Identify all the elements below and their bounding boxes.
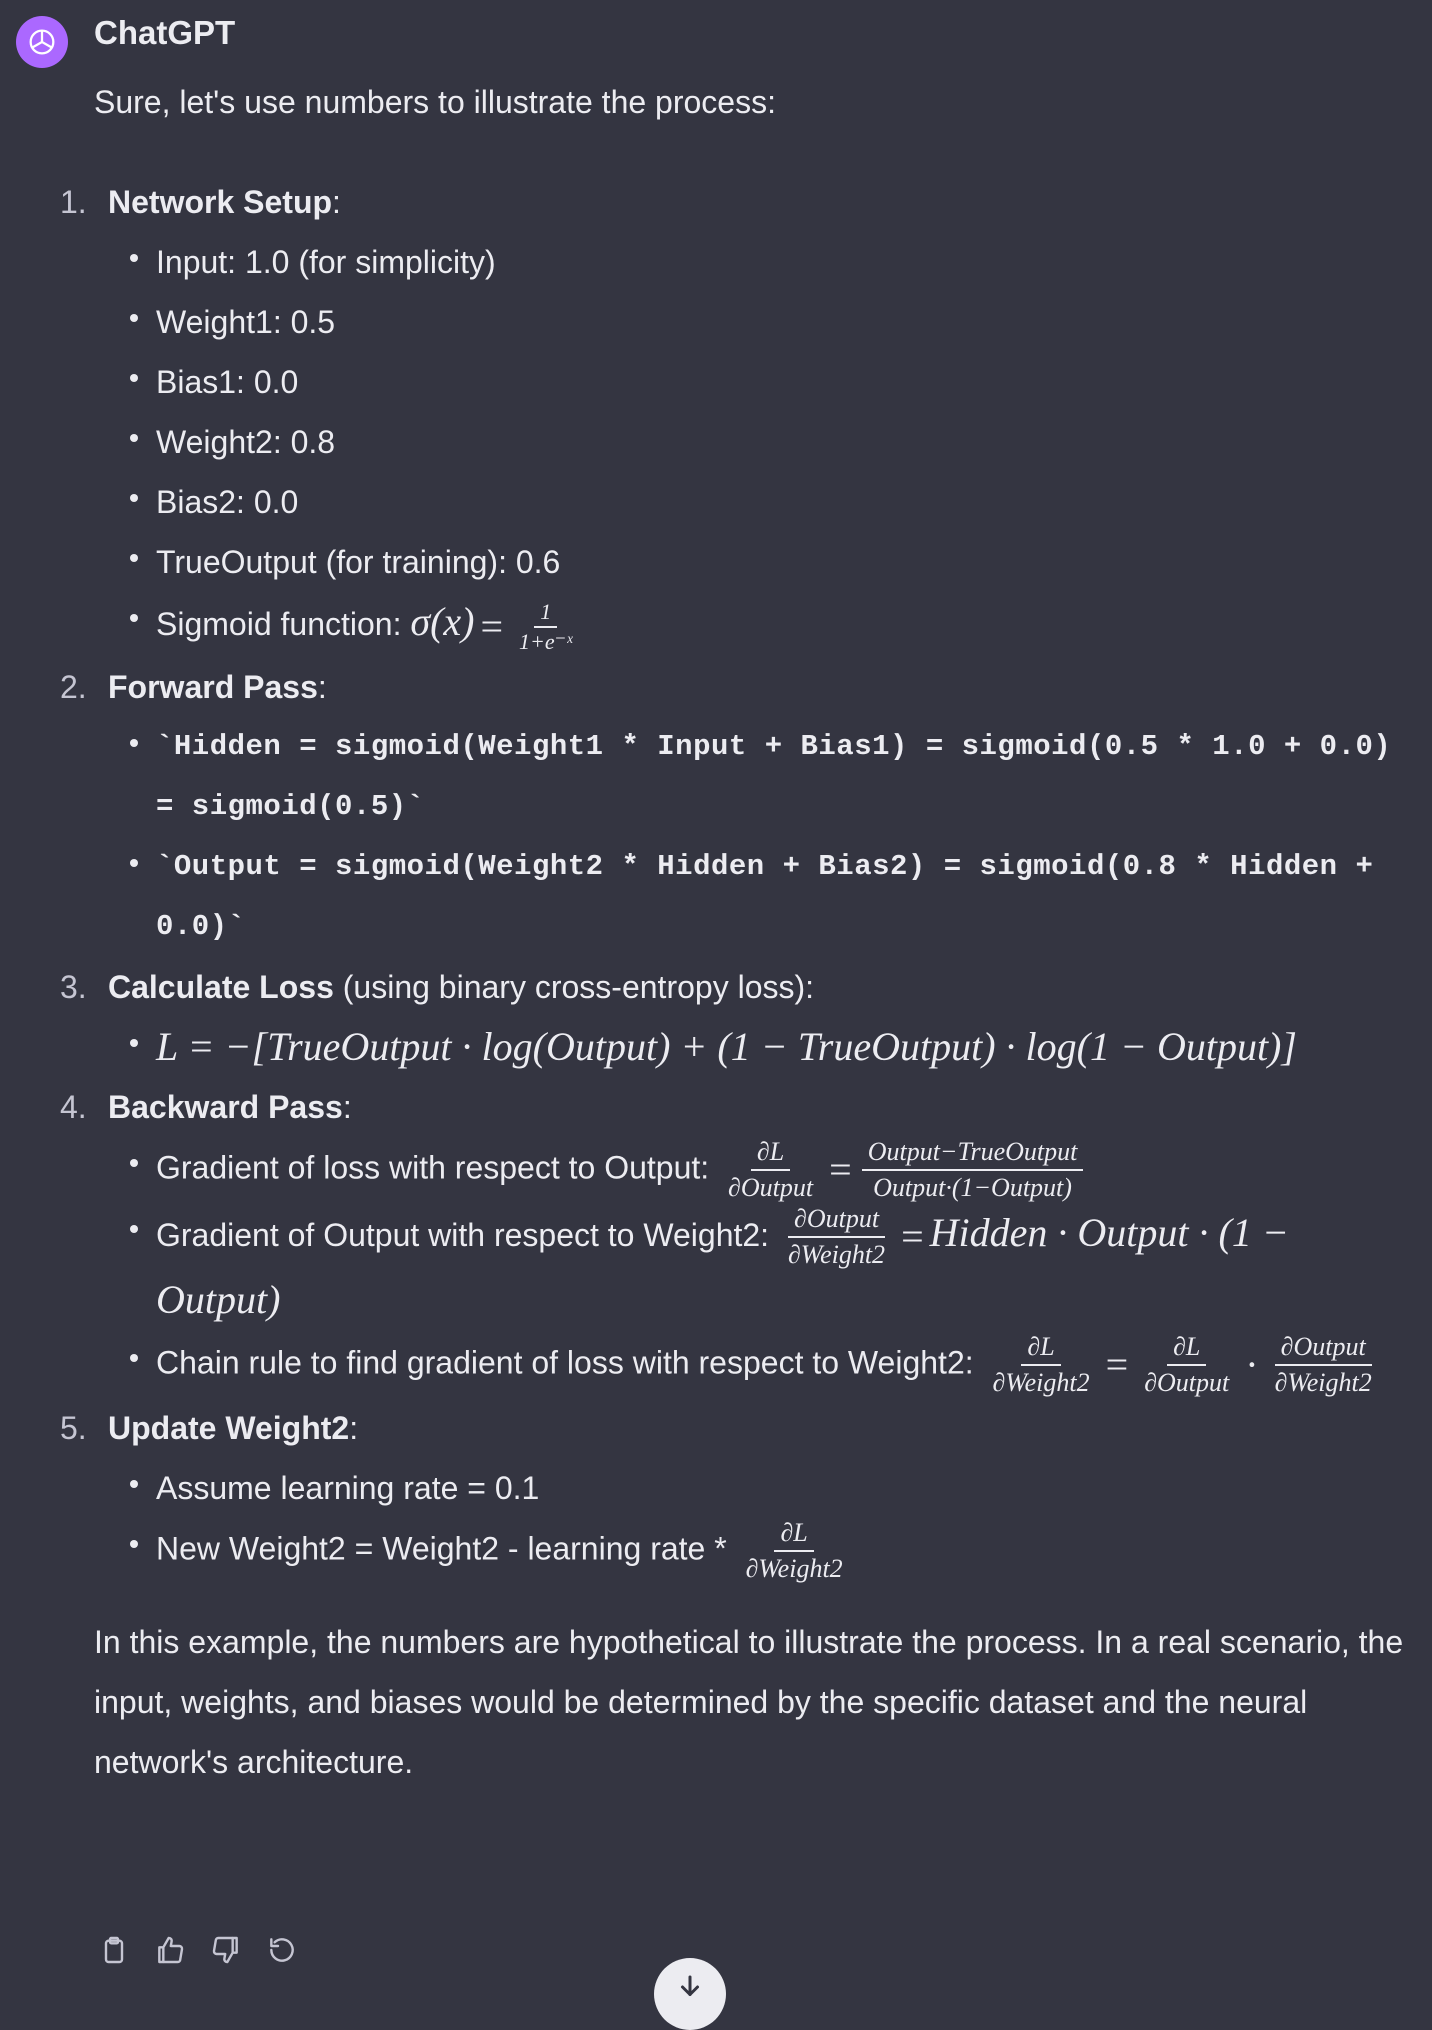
update-fraction: ∂L ∂Weight2 <box>740 1518 849 1584</box>
clipboard-icon <box>104 1936 124 1964</box>
list-item-sigmoid: Sigmoid function: σ(x) = 1 1+e⁻ˣ <box>130 592 1414 657</box>
update-weight2-bullets: Assume learning rate = 0.1 New Weight2 =… <box>108 1458 1414 1584</box>
step-number: 4. <box>60 1088 87 1125</box>
arrow-down-icon <box>681 1975 699 1996</box>
message-author: ChatGPT <box>94 14 236 51</box>
grad-output-fraction: ∂L ∂Output <box>722 1137 819 1203</box>
fraction-denominator: ∂Output <box>1144 1368 1230 1398</box>
thumbs-down-icon <box>212 1936 238 1964</box>
list-item-grad-output: Gradient of loss with respect to Output:… <box>130 1137 1414 1203</box>
step-suffix: : <box>342 1088 352 1125</box>
sigmoid-fraction: 1 1+e⁻ˣ <box>513 599 578 654</box>
list-item: Weight2: 0.8 <box>130 412 1414 472</box>
grad-output-label: Gradient of loss with respect to Output: <box>156 1149 719 1185</box>
fraction-numerator: ∂Output <box>787 1204 886 1239</box>
scroll-to-bottom-button[interactable] <box>654 1958 726 2030</box>
hidden-code-line: `Hidden = sigmoid(Weight1 * Input + Bias… <box>130 717 1414 837</box>
fraction-denominator: ∂Weight2 <box>1274 1368 1372 1398</box>
copy-button[interactable] <box>96 1932 132 1968</box>
step-title: Calculate Loss <box>108 968 334 1005</box>
grad-weight-label: Gradient of Output with respect to Weigh… <box>156 1216 778 1253</box>
regenerate-button[interactable] <box>264 1932 300 1968</box>
step-number: 1. <box>60 184 87 220</box>
list-item: Bias1: 0.0 <box>130 352 1414 412</box>
message-content: Sure, let's use numbers to illustrate th… <box>60 72 1414 1792</box>
step-title: Backward Pass <box>108 1088 343 1125</box>
network-setup-bullets: Input: 1.0 (for simplicity) Weight1: 0.5… <box>108 232 1414 657</box>
openai-logo-icon <box>29 29 55 55</box>
step-title: Forward Pass <box>108 668 318 705</box>
list-item-grad-weight: Gradient of Output with respect to Weigh… <box>130 1203 1414 1333</box>
sigmoid-lhs: σ(x) <box>410 599 475 644</box>
fraction-numerator: ∂L <box>774 1518 814 1553</box>
calculate-loss-bullets: L = −[TrueOutput · log(Output) + (1 − Tr… <box>108 1017 1414 1077</box>
step-suffix: (using binary cross-entropy loss): <box>333 968 815 1005</box>
chain-r1-fraction: ∂L ∂Output <box>1138 1332 1235 1398</box>
step-network-setup: 1. Network Setup: Input: 1.0 (for simpli… <box>60 172 1414 657</box>
message-intro: Sure, let's use numbers to illustrate th… <box>94 84 776 120</box>
step-suffix: : <box>317 668 327 705</box>
chain-lhs-fraction: ∂L ∂Weight2 <box>987 1332 1096 1398</box>
chain-r2-fraction: ∂Output ∂Weight2 <box>1269 1332 1378 1398</box>
list-item: Input: 1.0 (for simplicity) <box>130 232 1414 292</box>
thumbs-up-button[interactable] <box>152 1932 188 1968</box>
output-code-line: `Output = sigmoid(Weight2 * Hidden + Bia… <box>130 837 1414 957</box>
sigmoid-label: Sigmoid function: <box>156 606 411 642</box>
step-suffix: : <box>332 184 341 220</box>
step-title: Update Weight2 <box>108 1410 350 1447</box>
step-number: 3. <box>60 968 87 1005</box>
update-text: New Weight2 = Weight2 - learning rate * <box>156 1530 736 1567</box>
thumbs-up-icon <box>158 1936 184 1964</box>
fraction-numerator: ∂L <box>1021 1332 1061 1367</box>
step-forward-pass: 2. Forward Pass: `Hidden = sigmoid(Weigh… <box>60 657 1414 957</box>
sigmoid-numerator: 1 <box>534 599 558 628</box>
equals-sign: = <box>1105 1342 1129 1388</box>
step-number: 5. <box>60 1410 87 1447</box>
fraction-denominator: Output·(1−Output) <box>873 1172 1072 1202</box>
steps-list: 1. Network Setup: Input: 1.0 (for simpli… <box>60 172 1414 1584</box>
list-item: Assume learning rate = 0.1 <box>130 1458 1414 1518</box>
list-item-chain-rule: Chain rule to find gradient of loss with… <box>130 1332 1414 1398</box>
list-item-update: New Weight2 = Weight2 - learning rate * … <box>130 1518 1414 1584</box>
sigmoid-equals: = <box>480 603 504 649</box>
step-calculate-loss: 3. Calculate Loss (using binary cross-en… <box>60 957 1414 1077</box>
list-item: Bias2: 0.0 <box>130 472 1414 532</box>
message-outro: In this example, the numbers are hypothe… <box>94 1624 1404 1781</box>
equals-sign: = <box>829 1146 852 1192</box>
fraction-numerator: ∂L <box>1167 1332 1207 1367</box>
thumbs-down-button[interactable] <box>208 1932 244 1968</box>
step-suffix: : <box>349 1410 359 1447</box>
forward-pass-bullets: `Hidden = sigmoid(Weight1 * Input + Bias… <box>108 717 1414 957</box>
assistant-avatar <box>16 16 68 68</box>
fraction-numerator: ∂Output <box>1274 1332 1372 1367</box>
fraction-denominator: ∂Output <box>728 1172 814 1202</box>
message-actions <box>96 1932 300 1968</box>
fraction-numerator: Output−TrueOutput <box>861 1137 1084 1171</box>
loss-formula: L = −[TrueOutput · log(Output) + (1 − Tr… <box>130 1017 1414 1077</box>
regenerate-icon <box>270 1938 294 1962</box>
step-number: 2. <box>60 668 87 705</box>
fraction-denominator: ∂Weight2 <box>787 1240 886 1270</box>
chain-rule-label: Chain rule to find gradient of loss with… <box>156 1344 983 1381</box>
step-update-weight2: 5. Update Weight2: Assume learning rate … <box>60 1398 1414 1584</box>
list-item: Weight1: 0.5 <box>130 292 1414 352</box>
step-title: Network Setup <box>108 184 333 220</box>
grad-output-rhs-fraction: Output−TrueOutput Output·(1−Output) <box>861 1137 1084 1203</box>
multiply-dot: · <box>1245 1342 1259 1388</box>
backward-pass-bullets: Gradient of loss with respect to Output:… <box>108 1137 1414 1399</box>
fraction-denominator: ∂Weight2 <box>745 1554 843 1584</box>
sigmoid-denominator: 1+e⁻ˣ <box>519 628 573 654</box>
fraction-denominator: ∂Weight2 <box>992 1368 1090 1398</box>
list-item: TrueOutput (for training): 0.6 <box>130 532 1414 592</box>
equals-sign: = <box>901 1214 924 1260</box>
step-backward-pass: 4. Backward Pass: Gradient of loss with … <box>60 1077 1414 1399</box>
grad-weight-fraction: ∂Output ∂Weight2 <box>782 1204 891 1270</box>
fraction-numerator: ∂L <box>750 1137 791 1171</box>
